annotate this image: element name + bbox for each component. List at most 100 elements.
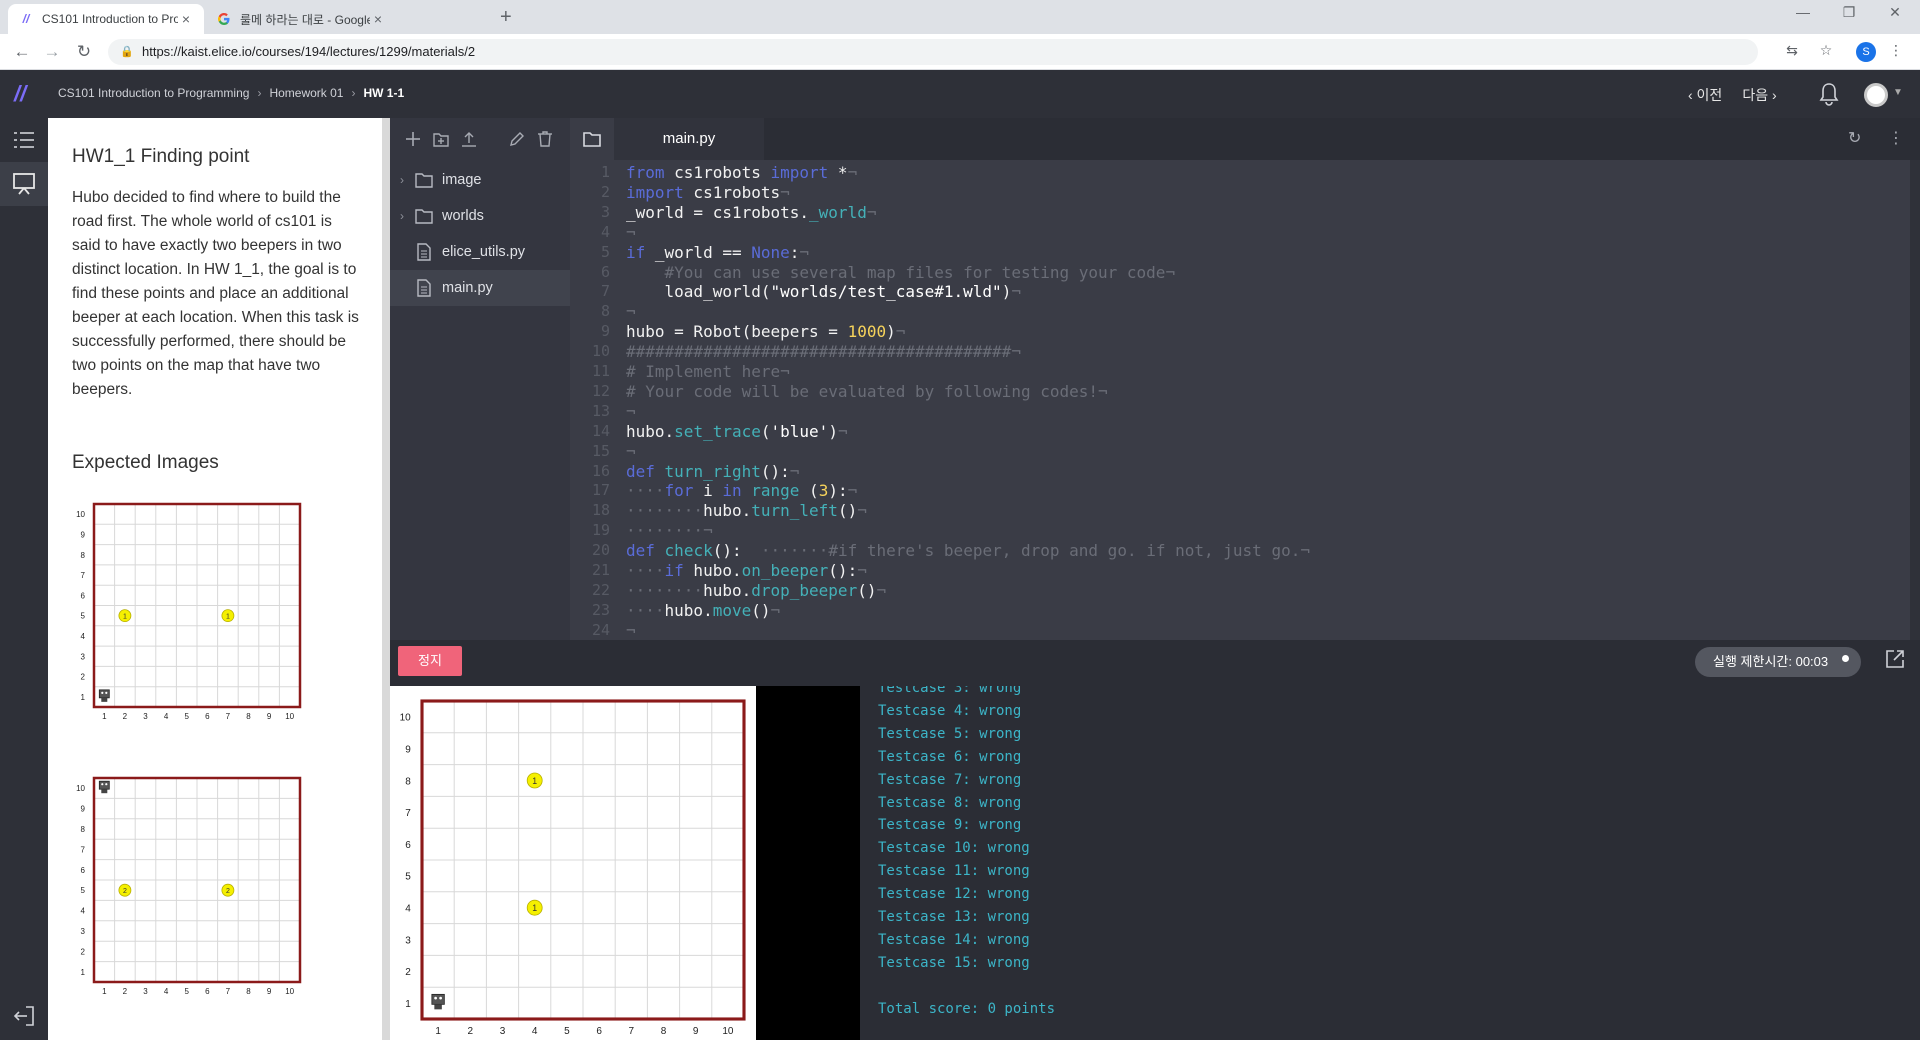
close-tab-icon[interactable]: × bbox=[370, 11, 386, 27]
line-number: 2 bbox=[600, 182, 610, 201]
code-token: from bbox=[626, 163, 665, 182]
code-token: in bbox=[722, 481, 742, 501]
elice-logo-icon[interactable]: // bbox=[14, 81, 26, 107]
upload-icon[interactable] bbox=[460, 130, 478, 148]
breadcrumb-course[interactable]: CS101 Introduction to Programming bbox=[58, 86, 249, 100]
code-token: turn_right bbox=[664, 461, 761, 481]
avenue-tick-label: 10 bbox=[285, 712, 294, 721]
list-icon[interactable] bbox=[0, 118, 48, 162]
chevron-down-icon[interactable]: ▼ bbox=[1893, 87, 1903, 98]
testcase-line: Testcase 4: wrong bbox=[878, 702, 1022, 719]
chevron-right-icon[interactable]: › bbox=[390, 173, 414, 187]
robot-eye bbox=[101, 691, 104, 694]
avenue-tick-label: 5 bbox=[184, 987, 189, 996]
bookmark-star-icon[interactable]: ☆ bbox=[1816, 42, 1836, 59]
notification-bell-icon[interactable] bbox=[1818, 82, 1840, 106]
avenue-tick-label: 2 bbox=[123, 712, 128, 721]
code-token: 1000 bbox=[847, 322, 887, 342]
avenue-tick-label: 7 bbox=[226, 987, 231, 996]
reload-icon[interactable]: ↻ bbox=[72, 40, 96, 64]
line-number: 17 bbox=[591, 481, 610, 500]
code-token: move bbox=[712, 600, 752, 620]
profile-avatar[interactable]: S bbox=[1856, 42, 1876, 62]
minimize-icon[interactable]: — bbox=[1780, 4, 1826, 20]
breadcrumb-material: HW 1-1 bbox=[363, 86, 405, 100]
code-editor[interactable]: 1 2 3 4 5 6 7 8 9 10 11 12 13 14 15 16 17 18 19 20 21 22 23 24 … bbox=[570, 160, 1920, 640]
browser-tab-google[interactable]: 룰메 하라는 대로 - Google 검색 × bbox=[206, 4, 396, 34]
street-tick-label: 9 bbox=[81, 530, 86, 539]
forward-icon[interactable]: → bbox=[40, 40, 64, 64]
file-icon bbox=[417, 279, 431, 297]
more-menu-icon[interactable]: ⋮ bbox=[1886, 42, 1906, 59]
browser-tab-cs101[interactable]: // CS101 Introduction to Programming × bbox=[8, 4, 204, 34]
back-icon[interactable]: ← bbox=[10, 40, 34, 64]
presentation-icon[interactable] bbox=[0, 162, 48, 206]
code-line: # Implement here¬ bbox=[626, 362, 790, 381]
code-token: _world == bbox=[645, 242, 752, 262]
beeper-count-label: 1 bbox=[532, 903, 537, 913]
address-bar[interactable]: 🔒 https://kaist.elice.io/courses/194/lec… bbox=[108, 39, 1758, 65]
code-token: def bbox=[626, 461, 655, 481]
editor-scrollbar[interactable] bbox=[1910, 160, 1920, 640]
street-tick-label: 3 bbox=[81, 927, 86, 936]
new-tab-button[interactable]: + bbox=[500, 6, 512, 29]
line-number: 7 bbox=[600, 282, 610, 301]
trash-icon[interactable] bbox=[536, 130, 554, 148]
folder-icon bbox=[583, 132, 601, 147]
open-external-icon[interactable] bbox=[1884, 648, 1906, 670]
line-number: 6 bbox=[600, 262, 610, 281]
file-tree-item-image[interactable]: › image bbox=[390, 162, 570, 198]
material-description: Hubo decided to find where to build the … bbox=[72, 189, 359, 398]
user-avatar[interactable] bbox=[1864, 83, 1888, 107]
new-folder-icon[interactable] bbox=[432, 130, 450, 148]
next-button[interactable]: 다음 › bbox=[1742, 85, 1776, 105]
code-token: ¬ bbox=[866, 202, 877, 222]
testcase-line: Testcase 6: wrong bbox=[878, 748, 1022, 765]
code-token: ········ bbox=[626, 501, 704, 521]
code-line: ····hubo.move()¬ bbox=[626, 601, 780, 620]
code-token: () bbox=[751, 600, 771, 620]
street-tick-label: 2 bbox=[81, 673, 86, 682]
testcase-line: Testcase 10: wrong bbox=[878, 840, 1030, 857]
code-token: i bbox=[693, 481, 723, 501]
rename-pencil-icon[interactable] bbox=[508, 130, 526, 148]
code-token: ¬ bbox=[789, 461, 800, 481]
code-token: ¬ bbox=[857, 501, 867, 521]
code-token: if bbox=[626, 242, 646, 262]
beeper-count-label: 1 bbox=[123, 613, 127, 620]
file-tree-item-main[interactable]: main.py bbox=[390, 270, 570, 306]
breadcrumb-lecture[interactable]: Homework 01 bbox=[269, 86, 343, 100]
file-tree-item-worlds[interactable]: › worlds bbox=[390, 198, 570, 234]
new-file-icon[interactable] bbox=[404, 130, 422, 148]
google-favicon-icon bbox=[216, 11, 232, 27]
tab-title: 룰메 하라는 대로 - Google 검색 bbox=[240, 12, 370, 27]
code-token: ( bbox=[799, 481, 819, 501]
restore-icon[interactable]: ❐ bbox=[1826, 4, 1872, 21]
translate-icon[interactable]: ⇆ bbox=[1782, 42, 1802, 59]
exit-icon[interactable] bbox=[0, 994, 48, 1038]
close-tab-icon[interactable]: × bbox=[178, 11, 194, 27]
panel-splitter[interactable] bbox=[382, 118, 390, 1040]
file-tree-item-elice-utils[interactable]: elice_utils.py bbox=[390, 234, 570, 270]
avenue-tick-label: 1 bbox=[102, 987, 107, 996]
prev-button[interactable]: ‹ 이전 bbox=[1688, 85, 1722, 105]
code-line: ¬ bbox=[626, 621, 636, 640]
elice-favicon-icon: // bbox=[22, 12, 30, 26]
code-token: (): bbox=[760, 461, 790, 481]
window-close-icon[interactable]: ✕ bbox=[1872, 4, 1918, 21]
app-header: // CS101 Introduction to Programming › H… bbox=[0, 70, 1920, 118]
explorer-toggle[interactable] bbox=[570, 118, 614, 160]
line-number: 20 bbox=[591, 541, 610, 560]
stop-button[interactable]: 정지 bbox=[398, 646, 462, 676]
file-tree-label: image bbox=[442, 172, 482, 188]
expected-images-heading: Expected Images bbox=[72, 452, 219, 473]
robot-eye bbox=[105, 691, 108, 694]
code-line: ¬ bbox=[626, 302, 636, 321]
chevron-right-icon[interactable]: › bbox=[390, 209, 414, 223]
line-number: 13 bbox=[591, 401, 610, 420]
chevron-right-icon: › bbox=[351, 86, 356, 100]
editor-tab-main[interactable]: main.py bbox=[614, 118, 764, 160]
browser-tab-bar: // CS101 Introduction to Programming × 룰… bbox=[0, 0, 1920, 34]
more-vertical-icon[interactable]: ⋮ bbox=[1888, 128, 1904, 148]
refresh-icon[interactable]: ↻ bbox=[1848, 128, 1861, 148]
